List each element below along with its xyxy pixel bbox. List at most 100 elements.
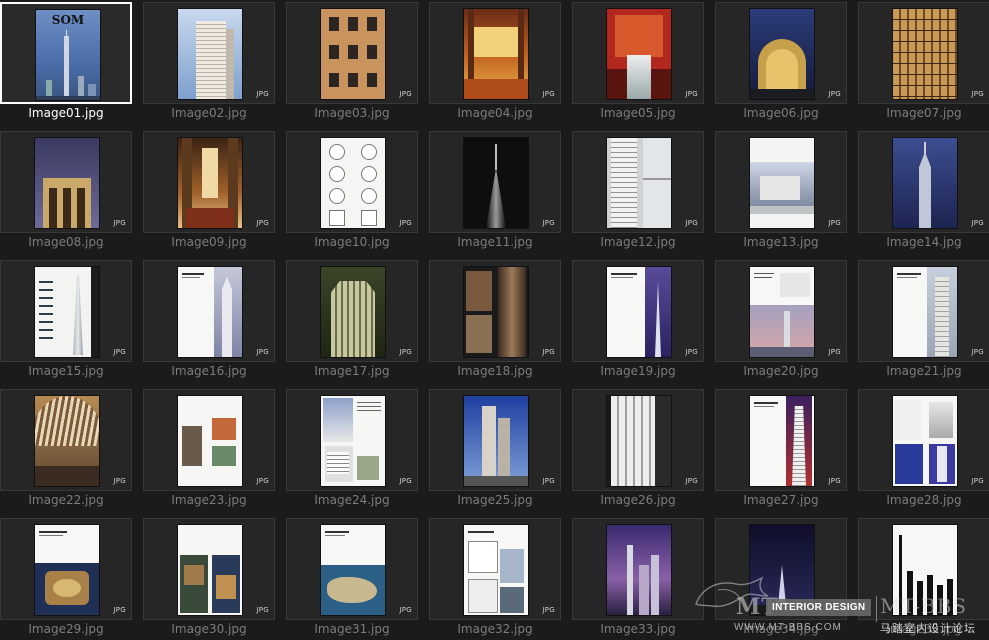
file-thumbnail[interactable]: JPG Image02.jpg <box>143 2 277 124</box>
file-name-label[interactable]: Image18.jpg <box>429 364 561 378</box>
file-thumbnail[interactable]: JPG Image17.jpg <box>286 260 420 382</box>
thumbnail-frame[interactable]: JPG <box>429 131 561 233</box>
thumbnail-frame[interactable]: JPG <box>858 131 989 233</box>
file-name-label[interactable]: Image12.jpg <box>572 235 704 249</box>
file-name-label[interactable]: Image25.jpg <box>429 493 561 507</box>
thumbnail-frame[interactable]: JPG <box>286 2 418 104</box>
file-thumbnail[interactable]: JPG Image27.jpg <box>715 389 849 511</box>
file-thumbnail[interactable]: SOM Image01.jpg <box>0 2 134 124</box>
thumbnail-frame[interactable]: JPG <box>286 260 418 362</box>
thumbnail-frame[interactable]: JPG <box>429 518 561 620</box>
thumbnail-frame[interactable]: JPG <box>572 131 704 233</box>
file-thumbnail[interactable]: JPG Image28.jpg <box>858 389 989 511</box>
thumbnail-frame[interactable]: JPG <box>143 260 275 362</box>
file-thumbnail[interactable]: JPG Image20.jpg <box>715 260 849 382</box>
file-thumbnail[interactable]: JPG Image31.jpg <box>286 518 420 640</box>
thumbnail-frame[interactable]: JPG <box>143 131 275 233</box>
thumbnail-image <box>321 138 385 228</box>
thumbnail-frame[interactable]: JPG <box>572 389 704 491</box>
file-type-badge: JPG <box>113 477 126 485</box>
file-name-label[interactable]: Image30.jpg <box>143 622 275 636</box>
file-thumbnail[interactable]: JPG Image25.jpg <box>429 389 563 511</box>
file-thumbnail[interactable]: JPG Image32.jpg <box>429 518 563 640</box>
file-thumbnail[interactable]: JPG Image08.jpg <box>0 131 134 253</box>
file-thumbnail[interactable]: JPG Image26.jpg <box>572 389 706 511</box>
thumbnail-frame[interactable]: JPG <box>858 389 989 491</box>
file-thumbnail[interactable]: JPG Image22.jpg <box>0 389 134 511</box>
file-name-label[interactable]: Image07.jpg <box>858 106 989 120</box>
file-name-label[interactable]: Image26.jpg <box>572 493 704 507</box>
thumbnail-image <box>35 396 99 486</box>
file-name-label[interactable]: Image24.jpg <box>286 493 418 507</box>
thumbnail-frame[interactable]: JPG <box>715 389 847 491</box>
file-thumbnail[interactable]: JPG Image05.jpg <box>572 2 706 124</box>
file-thumbnail[interactable]: JPG Image07.jpg <box>858 2 989 124</box>
file-thumbnail[interactable]: JPG Image29.jpg <box>0 518 134 640</box>
file-name-label[interactable]: Image10.jpg <box>286 235 418 249</box>
thumbnail-frame[interactable]: JPG <box>0 389 132 491</box>
file-name-label[interactable]: Image31.jpg <box>286 622 418 636</box>
file-name-label[interactable]: Image21.jpg <box>858 364 989 378</box>
file-name-label[interactable]: Image02.jpg <box>143 106 275 120</box>
file-thumbnail[interactable]: JPG Image15.jpg <box>0 260 134 382</box>
thumbnail-frame[interactable]: SOM <box>0 2 132 104</box>
thumbnail-frame[interactable]: JPG <box>143 389 275 491</box>
thumbnail-frame[interactable]: JPG <box>143 2 275 104</box>
thumbnail-frame[interactable]: JPG <box>715 2 847 104</box>
thumbnail-frame[interactable]: JPG <box>715 260 847 362</box>
file-thumbnail[interactable]: JPG Image21.jpg <box>858 260 989 382</box>
file-name-label[interactable]: Image15.jpg <box>0 364 132 378</box>
file-thumbnail[interactable]: JPG Image13.jpg <box>715 131 849 253</box>
thumbnail-frame[interactable]: JPG <box>0 131 132 233</box>
thumbnail-frame[interactable]: JPG <box>858 2 989 104</box>
file-name-label[interactable]: Image28.jpg <box>858 493 989 507</box>
file-thumbnail[interactable]: JPG Image06.jpg <box>715 2 849 124</box>
thumbnail-frame[interactable]: JPG <box>572 260 704 362</box>
thumbnail-image <box>321 396 385 486</box>
file-thumbnail[interactable]: JPG Image18.jpg <box>429 260 563 382</box>
file-name-label[interactable]: Image22.jpg <box>0 493 132 507</box>
file-thumbnail[interactable]: JPG Image30.jpg <box>143 518 277 640</box>
file-name-label[interactable]: Image19.jpg <box>572 364 704 378</box>
thumbnail-frame[interactable]: JPG <box>286 389 418 491</box>
file-thumbnail[interactable]: JPG Image09.jpg <box>143 131 277 253</box>
file-name-label[interactable]: Image17.jpg <box>286 364 418 378</box>
file-thumbnail[interactable]: JPG Image14.jpg <box>858 131 989 253</box>
file-thumbnail[interactable]: JPG Image19.jpg <box>572 260 706 382</box>
thumbnail-frame[interactable]: JPG <box>286 518 418 620</box>
thumbnail-frame[interactable]: JPG <box>0 260 132 362</box>
file-name-label[interactable]: Image14.jpg <box>858 235 989 249</box>
thumbnail-frame[interactable]: JPG <box>143 518 275 620</box>
file-name-label[interactable]: Image27.jpg <box>715 493 847 507</box>
file-thumbnail[interactable]: JPG Image11.jpg <box>429 131 563 253</box>
file-name-label[interactable]: Image29.jpg <box>0 622 132 636</box>
thumbnail-frame[interactable]: JPG <box>429 260 561 362</box>
file-name-label[interactable]: Image13.jpg <box>715 235 847 249</box>
file-name-label[interactable]: Image01.jpg <box>0 106 132 120</box>
thumbnail-frame[interactable]: JPG <box>715 131 847 233</box>
file-name-label[interactable]: Image23.jpg <box>143 493 275 507</box>
file-name-label[interactable]: Image03.jpg <box>286 106 418 120</box>
file-thumbnail[interactable]: JPG Image10.jpg <box>286 131 420 253</box>
file-name-label[interactable]: Image11.jpg <box>429 235 561 249</box>
file-name-label[interactable]: Image09.jpg <box>143 235 275 249</box>
file-thumbnail[interactable]: JPG Image04.jpg <box>429 2 563 124</box>
thumbnail-frame[interactable]: JPG <box>572 2 704 104</box>
thumbnail-frame[interactable]: JPG <box>0 518 132 620</box>
file-name-label[interactable]: Image08.jpg <box>0 235 132 249</box>
thumbnail-frame[interactable]: JPG <box>858 260 989 362</box>
thumbnail-frame[interactable]: JPG <box>429 2 561 104</box>
file-thumbnail[interactable]: JPG Image23.jpg <box>143 389 277 511</box>
thumbnail-frame[interactable]: JPG <box>429 389 561 491</box>
file-thumbnail[interactable]: JPG Image16.jpg <box>143 260 277 382</box>
file-thumbnail[interactable]: JPG Image24.jpg <box>286 389 420 511</box>
file-name-label[interactable]: Image04.jpg <box>429 106 561 120</box>
file-name-label[interactable]: Image05.jpg <box>572 106 704 120</box>
file-thumbnail[interactable]: JPG Image12.jpg <box>572 131 706 253</box>
file-name-label[interactable]: Image16.jpg <box>143 364 275 378</box>
file-name-label[interactable]: Image06.jpg <box>715 106 847 120</box>
file-name-label[interactable]: Image32.jpg <box>429 622 561 636</box>
file-name-label[interactable]: Image20.jpg <box>715 364 847 378</box>
file-thumbnail[interactable]: JPG Image03.jpg <box>286 2 420 124</box>
thumbnail-frame[interactable]: JPG <box>286 131 418 233</box>
